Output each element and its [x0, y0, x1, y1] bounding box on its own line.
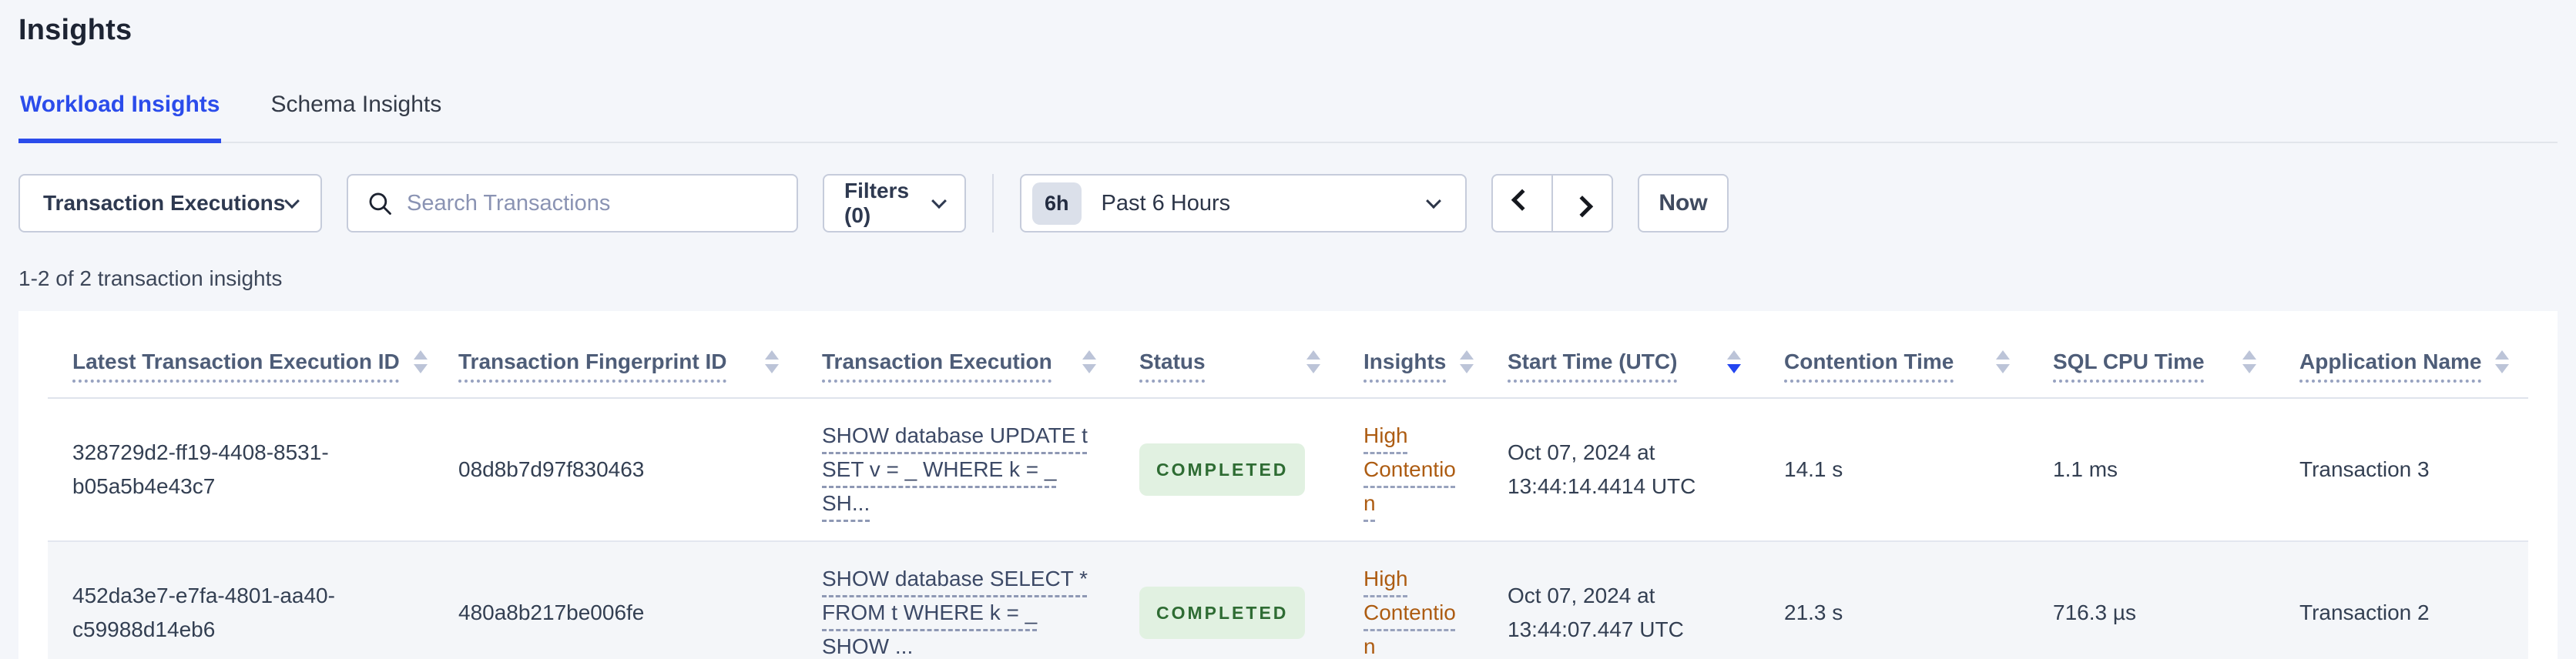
chevron-down-icon [284, 193, 300, 209]
sort-icon[interactable] [1996, 350, 2010, 373]
column-header: Insights [1363, 334, 1508, 397]
cell-application-name: Transaction 2 [2299, 600, 2430, 624]
sort-up-arrow [765, 350, 779, 360]
cell-start-time: Oct 07, 2024 at 13:44:07.447 UTC [1508, 584, 1684, 641]
chevron-left-icon [1511, 189, 1534, 211]
search-box[interactable] [347, 174, 798, 232]
column-header-label[interactable]: Insights [1363, 346, 1446, 377]
sort-down-arrow [1306, 364, 1320, 373]
sort-icon[interactable] [2242, 350, 2256, 373]
time-range-label: Past 6 Hours [1101, 190, 1231, 216]
cell-fingerprint-id: 08d8b7d97f830463 [458, 457, 645, 481]
table-body: 328729d2-ff19-4408-8531-b05a5b4e43c7 08d… [48, 399, 2528, 659]
insight-link[interactable]: High Contention [1363, 423, 1456, 515]
cell-start-time: Oct 07, 2024 at 13:44:14.4414 UTC [1508, 440, 1696, 498]
column-header: SQL CPU Time [2053, 334, 2299, 397]
chevron-down-icon [1426, 193, 1441, 209]
insight-type-select-label: Transaction Executions [43, 191, 286, 215]
now-button-label: Now [1659, 190, 1708, 216]
column-header-label[interactable]: Transaction Execution [822, 346, 1052, 377]
sort-down-arrow [1727, 364, 1741, 373]
filters-button[interactable]: Filters (0) [823, 174, 966, 232]
column-header: Transaction Execution [822, 334, 1139, 397]
sort-up-arrow [413, 350, 428, 360]
sort-icon[interactable] [413, 350, 428, 373]
tab-schema-insights[interactable]: Schema Insights [269, 91, 443, 143]
table-row[interactable]: 328729d2-ff19-4408-8531-b05a5b4e43c7 08d… [48, 399, 2528, 542]
insights-page: Insights Workload Insights Schema Insight… [0, 0, 2576, 659]
insight-link[interactable]: High Contention [1363, 567, 1456, 658]
column-header: Start Time (UTC) [1508, 334, 1784, 397]
toolbar: Transaction Executions Filters (0) 6h Pa… [18, 174, 2558, 232]
sort-down-arrow [1460, 364, 1474, 373]
sort-up-arrow [2242, 350, 2256, 360]
sort-up-arrow [2495, 350, 2510, 360]
chevron-down-icon [931, 193, 947, 209]
page-title: Insights [18, 14, 132, 46]
transaction-execution-link[interactable]: SHOW database SELECT * FROM t WHERE k = … [822, 567, 1088, 658]
tab-workload-insights[interactable]: Workload Insights [18, 91, 222, 143]
sort-icon[interactable] [1460, 350, 1474, 373]
sort-down-arrow [413, 364, 428, 373]
column-header: Application Name [2299, 334, 2552, 397]
sort-down-arrow [765, 364, 779, 373]
status-badge: COMPLETED [1139, 587, 1306, 639]
sort-down-arrow [1082, 364, 1096, 373]
column-header-label[interactable]: Transaction Fingerprint ID [458, 346, 726, 377]
column-header-label[interactable]: Start Time (UTC) [1508, 346, 1677, 377]
sort-icon[interactable] [1727, 350, 1741, 373]
toolbar-divider [992, 174, 994, 232]
cell-latest-execution-id: 328729d2-ff19-4408-8531-b05a5b4e43c7 [72, 440, 329, 498]
results-summary: 1-2 of 2 transaction insights [18, 266, 283, 290]
sort-icon[interactable] [2495, 350, 2510, 373]
cell-latest-execution-id: 452da3e7-e7fa-4801-aa40-c59988d14eb6 [72, 584, 335, 641]
status-badge: COMPLETED [1139, 443, 1306, 496]
insights-table-card: Latest Transaction Execution ID Transact… [18, 311, 2558, 659]
sort-up-arrow [1082, 350, 1096, 360]
chevron-right-icon [1571, 196, 1594, 218]
sort-down-arrow [2242, 364, 2256, 373]
insight-type-select[interactable]: Transaction Executions [18, 174, 322, 232]
column-header-label[interactable]: Application Name [2299, 346, 2481, 377]
now-button[interactable]: Now [1638, 174, 1729, 232]
column-header-label[interactable]: Latest Transaction Execution ID [72, 346, 400, 377]
sort-down-arrow [2495, 364, 2510, 373]
sort-up-arrow [1306, 350, 1320, 360]
sort-up-arrow [1996, 350, 2010, 360]
sort-up-arrow [1460, 350, 1474, 360]
sort-icon[interactable] [765, 350, 779, 373]
filters-button-label: Filters (0) [844, 179, 910, 227]
sort-icon[interactable] [1306, 350, 1320, 373]
search-input[interactable] [407, 190, 778, 216]
column-header-label[interactable]: Contention Time [1784, 346, 1954, 377]
time-range-picker[interactable]: 6h Past 6 Hours [1020, 174, 1467, 232]
column-header-label[interactable]: Status [1139, 346, 1206, 377]
insights-tabs: Workload Insights Schema Insights [18, 91, 2558, 143]
column-header: Contention Time [1784, 334, 2053, 397]
cell-contention-time: 21.3 s [1784, 600, 1843, 624]
sort-down-arrow [1996, 364, 2010, 373]
cell-fingerprint-id: 480a8b217be006fe [458, 600, 645, 624]
cell-application-name: Transaction 3 [2299, 457, 2430, 481]
column-header-label[interactable]: SQL CPU Time [2053, 346, 2205, 377]
cell-sql-cpu-time: 1.1 ms [2053, 457, 2118, 481]
cell-sql-cpu-time: 716.3 µs [2053, 600, 2136, 624]
column-header: Transaction Fingerprint ID [458, 334, 822, 397]
sort-icon[interactable] [1082, 350, 1096, 373]
column-header: Status [1139, 334, 1363, 397]
search-icon [369, 192, 391, 215]
time-range-prev-button[interactable] [1491, 174, 1552, 232]
time-range-badge: 6h [1032, 182, 1082, 225]
transaction-execution-link[interactable]: SHOW database UPDATE t SET v = _ WHERE k… [822, 423, 1088, 515]
column-header: Latest Transaction Execution ID [48, 334, 458, 397]
time-range-pager [1491, 174, 1613, 232]
cell-contention-time: 14.1 s [1784, 457, 1843, 481]
table-header-row: Latest Transaction Execution ID Transact… [48, 311, 2528, 399]
time-range-next-button[interactable] [1552, 174, 1613, 232]
table-row[interactable]: 452da3e7-e7fa-4801-aa40-c59988d14eb6 480… [48, 542, 2528, 659]
sort-up-arrow [1727, 350, 1741, 360]
